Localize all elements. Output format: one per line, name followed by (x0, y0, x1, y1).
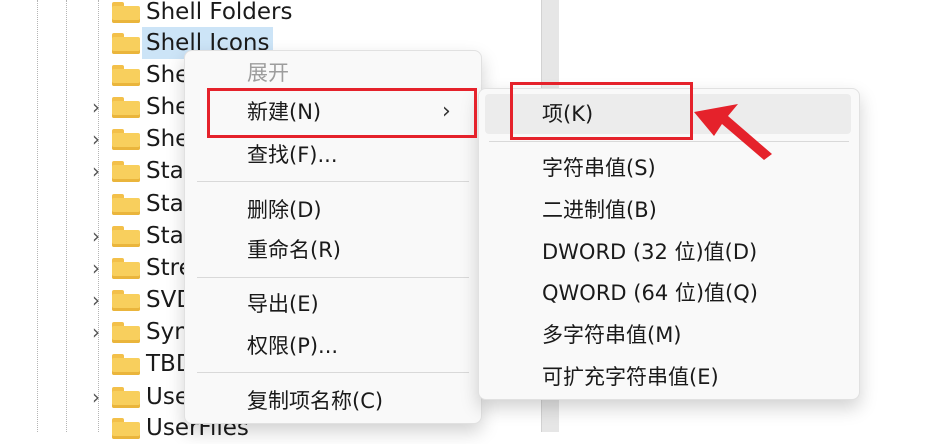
expander-icon[interactable]: › (88, 381, 104, 413)
folder-icon (112, 354, 140, 375)
submenu-item-multi-string-value[interactable]: 多字符串值(M) (479, 315, 859, 355)
tree-guide-line (37, 0, 38, 432)
expander-icon[interactable]: › (88, 316, 104, 348)
expander-icon[interactable]: › (88, 91, 104, 123)
menu-separator (197, 372, 469, 373)
annotation-arrow-icon (694, 104, 772, 160)
folder-icon (112, 290, 140, 311)
submenu-item-string-value[interactable]: 字符串值(S) (479, 148, 859, 188)
folder-icon (112, 161, 140, 182)
expander-icon[interactable]: › (88, 155, 104, 187)
submenu-item-qword-value[interactable]: QWORD (64 位)值(Q) (479, 273, 859, 313)
menu-item-find[interactable]: 查找(F)... (185, 135, 481, 175)
menu-item-delete[interactable]: 删除(D) (185, 190, 481, 230)
folder-icon (112, 258, 140, 279)
menu-item-permissions[interactable]: 权限(P)... (185, 326, 481, 366)
expander-icon[interactable]: › (88, 252, 104, 284)
folder-icon (112, 65, 140, 86)
expander-icon[interactable] (88, 59, 104, 91)
folder-icon (112, 322, 140, 343)
menu-separator (197, 277, 469, 278)
tree-item-label: Shell Folders (146, 0, 293, 25)
menu-item-copy-key-name[interactable]: 复制项名称(C) (185, 381, 481, 421)
folder-icon (112, 129, 140, 150)
submenu-item-binary-value[interactable]: 二进制值(B) (479, 190, 859, 230)
menu-separator (489, 141, 849, 142)
tree-item-label: Sta (146, 158, 184, 184)
folder-icon (112, 194, 140, 215)
folder-icon (112, 387, 140, 408)
menu-item-rename[interactable]: 重命名(R) (185, 230, 481, 270)
expander-icon[interactable]: › (88, 284, 104, 316)
expander-icon[interactable]: › (88, 220, 104, 252)
menu-separator (197, 181, 469, 182)
annotation-box-new (207, 88, 477, 138)
folder-icon (112, 97, 140, 118)
expander-icon[interactable] (88, 188, 104, 220)
tree-item-label: Sta (146, 223, 184, 249)
tree-item-label: She (146, 62, 190, 88)
menu-item-export[interactable]: 导出(E) (185, 284, 481, 324)
tree-item-label: Use (146, 384, 189, 410)
expander-icon[interactable] (88, 27, 104, 59)
folder-icon (112, 418, 140, 439)
submenu-item-dword-value[interactable]: DWORD (32 位)值(D) (479, 232, 859, 272)
folder-icon (112, 2, 140, 23)
expander-icon[interactable] (88, 0, 104, 28)
submenu-item-expandable-string-value[interactable]: 可扩充字符串值(E) (479, 357, 859, 397)
tree-item[interactable]: Shell Folders (88, 0, 508, 28)
folder-icon (112, 226, 140, 247)
tree-item-label: She (146, 126, 190, 152)
folder-icon (112, 33, 140, 54)
annotation-box-key (510, 82, 693, 140)
expander-icon[interactable]: › (88, 123, 104, 155)
tree-item-label: She (146, 94, 190, 120)
expander-icon[interactable] (88, 348, 104, 380)
menu-item-expand: 展开 (247, 61, 289, 85)
tree-item-label: Sta (146, 191, 184, 217)
tree-guide-line (66, 0, 67, 432)
expander-icon[interactable] (88, 412, 104, 444)
